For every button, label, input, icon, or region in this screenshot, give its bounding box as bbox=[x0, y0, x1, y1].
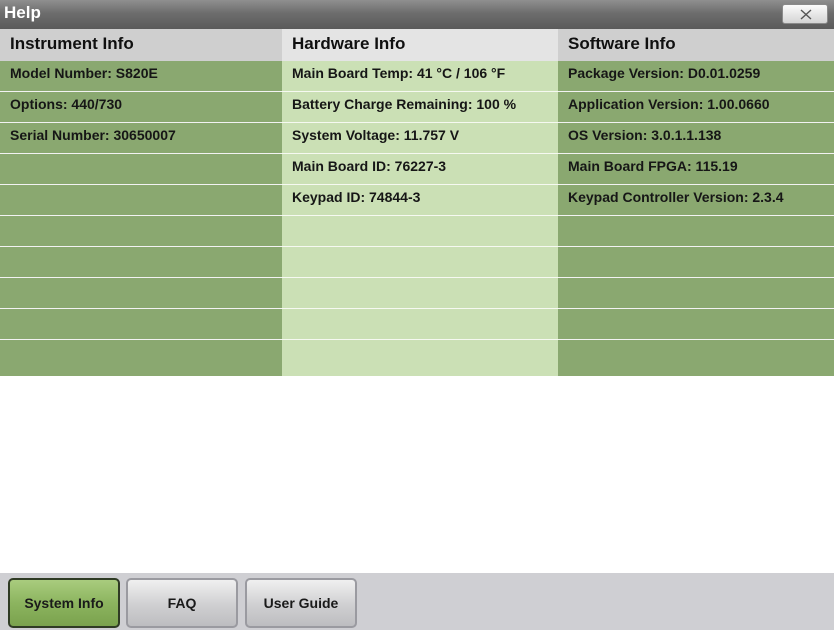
close-button[interactable] bbox=[782, 4, 828, 24]
info-cell bbox=[282, 216, 558, 247]
tab-user-guide[interactable]: User Guide bbox=[245, 578, 357, 628]
hardware-info-column: Hardware Info Main Board Temp: 41 °C / 1… bbox=[282, 29, 558, 376]
close-icon bbox=[800, 9, 812, 20]
info-cell bbox=[0, 340, 282, 371]
window-title: Help bbox=[4, 3, 41, 22]
info-cell bbox=[558, 278, 834, 309]
info-cell: Options: 440/730 bbox=[0, 92, 282, 123]
info-cell bbox=[282, 247, 558, 278]
info-cell bbox=[0, 185, 282, 216]
info-cell bbox=[282, 309, 558, 340]
info-cell: System Voltage: 11.757 V bbox=[282, 123, 558, 154]
info-cell: Main Board FPGA: 115.19 bbox=[558, 154, 834, 185]
info-cell bbox=[558, 340, 834, 371]
info-cell: Main Board Temp: 41 °C / 106 °F bbox=[282, 61, 558, 92]
info-cell: Package Version: D0.01.0259 bbox=[558, 61, 834, 92]
info-cell bbox=[0, 247, 282, 278]
column-header: Hardware Info bbox=[282, 29, 558, 61]
info-cell: Battery Charge Remaining: 100 % bbox=[282, 92, 558, 123]
tab-faq[interactable]: FAQ bbox=[126, 578, 238, 628]
info-cell bbox=[0, 309, 282, 340]
info-cell bbox=[282, 340, 558, 371]
instrument-info-column: Instrument Info Model Number: S820E Opti… bbox=[0, 29, 282, 376]
info-cell: OS Version: 3.0.1.1.138 bbox=[558, 123, 834, 154]
info-cell: Application Version: 1.00.0660 bbox=[558, 92, 834, 123]
bottom-tab-bar: System Info FAQ User Guide bbox=[0, 573, 834, 630]
column-header: Instrument Info bbox=[0, 29, 282, 61]
info-cell bbox=[558, 247, 834, 278]
info-cell bbox=[0, 278, 282, 309]
info-cell bbox=[282, 278, 558, 309]
title-bar: Help bbox=[0, 0, 834, 29]
tab-system-info[interactable]: System Info bbox=[8, 578, 120, 628]
info-cell: Main Board ID: 76227-3 bbox=[282, 154, 558, 185]
info-grid: Instrument Info Model Number: S820E Opti… bbox=[0, 29, 834, 376]
info-cell bbox=[558, 216, 834, 247]
software-info-column: Software Info Package Version: D0.01.025… bbox=[558, 29, 834, 376]
column-header: Software Info bbox=[558, 29, 834, 61]
info-cell bbox=[558, 309, 834, 340]
info-cell bbox=[0, 154, 282, 185]
info-cell bbox=[0, 216, 282, 247]
info-cell: Keypad ID: 74844-3 bbox=[282, 185, 558, 216]
info-cell: Model Number: S820E bbox=[0, 61, 282, 92]
info-cell: Keypad Controller Version: 2.3.4 bbox=[558, 185, 834, 216]
info-cell: Serial Number: 30650007 bbox=[0, 123, 282, 154]
